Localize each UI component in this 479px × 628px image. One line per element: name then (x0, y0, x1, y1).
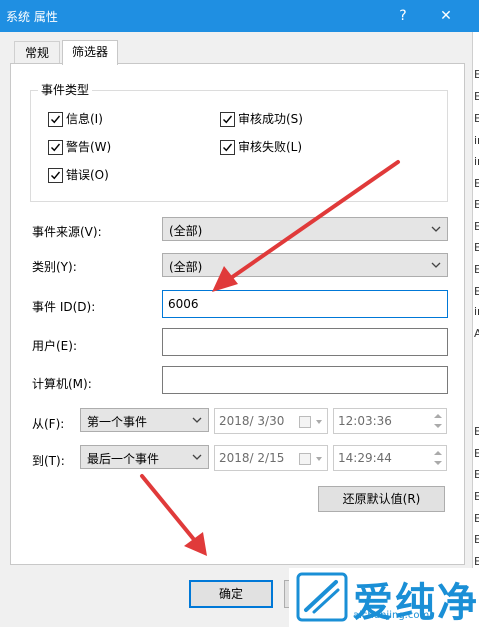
to-date-picker[interactable]: 2018/ 2/15 (214, 445, 328, 471)
check-icon (223, 115, 233, 124)
check-icon (51, 171, 61, 180)
watermark-logo-icon (296, 572, 348, 622)
checkbox-audit-failure-label: 审核失败(L) (238, 140, 303, 154)
computer-input[interactable] (162, 366, 448, 394)
background-row-text: E (474, 112, 479, 125)
checkbox-warning-label: 警告(W) (66, 140, 112, 154)
from-time-value: 12:03:36 (338, 414, 392, 428)
help-button[interactable]: ? (383, 0, 423, 32)
calendar-checkbox-icon (299, 416, 311, 428)
spinner-icon[interactable] (430, 446, 446, 470)
check-icon (51, 115, 61, 124)
chevron-down-icon (192, 454, 202, 460)
background-row-text: E (474, 177, 479, 190)
background-row-text: E (474, 68, 479, 81)
from-date-picker[interactable]: 2018/ 3/30 (214, 408, 328, 434)
to-time-picker[interactable]: 14:29:44 (333, 445, 447, 471)
background-row-text: E (474, 555, 479, 568)
category-label: 类别(Y): (32, 260, 77, 274)
category-dropdown[interactable]: (全部) (162, 253, 448, 277)
event-source-value: (全部) (169, 224, 203, 238)
checkbox-audit-failure[interactable] (220, 140, 235, 155)
from-mode-dropdown[interactable]: 第一个事件 (80, 408, 209, 432)
event-id-input[interactable]: 6006 (162, 290, 448, 318)
title-bar: 系统 属性 ? ✕ (0, 0, 479, 32)
to-mode-value: 最后一个事件 (87, 452, 160, 466)
from-time-picker[interactable]: 12:03:36 (333, 408, 447, 434)
to-label: 到(T): (32, 454, 65, 468)
close-button[interactable]: ✕ (426, 0, 466, 32)
checkbox-error-label: 错误(O) (66, 168, 109, 182)
from-label: 从(F): (32, 417, 65, 431)
background-row-text: E (474, 241, 479, 254)
background-row-text: ir (474, 155, 479, 168)
background-row-text: E (474, 220, 479, 233)
background-row-text: E (474, 490, 479, 503)
background-row-text: E (474, 425, 479, 438)
background-row-text: E (474, 263, 479, 276)
user-input[interactable] (162, 328, 448, 356)
chevron-down-icon (192, 417, 202, 423)
chevron-down-icon (431, 226, 441, 232)
from-date-value: 2018/ 3/30 (219, 414, 285, 428)
background-row-text: ir (474, 134, 479, 147)
background-row-text: A (474, 327, 479, 340)
tab-general[interactable]: 常规 (14, 41, 60, 64)
chevron-down-icon (316, 420, 322, 424)
checkbox-error[interactable] (48, 168, 63, 183)
restore-defaults-button[interactable]: 还原默认值(R) (318, 486, 445, 512)
checkbox-audit-success[interactable] (220, 112, 235, 127)
background-row-text: E (474, 533, 479, 546)
background-row-text: ir (474, 305, 479, 318)
event-source-label: 事件来源(V): (32, 225, 102, 239)
spinner-icon[interactable] (430, 409, 446, 433)
event-source-dropdown[interactable]: (全部) (162, 217, 448, 241)
computer-label: 计算机(M): (32, 377, 92, 391)
event-types-legend: 事件类型 (38, 81, 93, 98)
to-time-value: 14:29:44 (338, 451, 392, 465)
background-row-text: E (474, 90, 479, 103)
from-mode-value: 第一个事件 (87, 415, 148, 429)
user-label: 用户(E): (32, 339, 77, 353)
checkbox-info-label: 信息(I) (66, 112, 103, 126)
check-icon (51, 143, 61, 152)
background-row-text: E (474, 285, 479, 298)
background-window-strip: EEEirirEEEEEEirAEEEEEEEEE (472, 32, 479, 627)
watermark-url: aichunjing.com (353, 610, 430, 621)
tab-filter[interactable]: 筛选器 (62, 40, 118, 65)
ok-button[interactable]: 确定 (189, 580, 273, 608)
background-row-text: E (474, 447, 479, 460)
category-value: (全部) (169, 260, 203, 274)
check-icon (223, 143, 233, 152)
to-mode-dropdown[interactable]: 最后一个事件 (80, 445, 209, 469)
background-row-text: E (474, 198, 479, 211)
calendar-checkbox-icon (299, 453, 311, 465)
background-row-text: E (474, 512, 479, 525)
chevron-down-icon (431, 262, 441, 268)
window-title: 系统 属性 (6, 10, 58, 24)
chevron-down-icon (316, 457, 322, 461)
background-row-text: E (474, 468, 479, 481)
checkbox-audit-success-label: 审核成功(S) (238, 112, 303, 126)
to-date-value: 2018/ 2/15 (219, 451, 285, 465)
event-id-label: 事件 ID(D): (32, 300, 96, 314)
checkbox-warning[interactable] (48, 140, 63, 155)
event-id-value: 6006 (168, 297, 199, 311)
checkbox-info[interactable] (48, 112, 63, 127)
